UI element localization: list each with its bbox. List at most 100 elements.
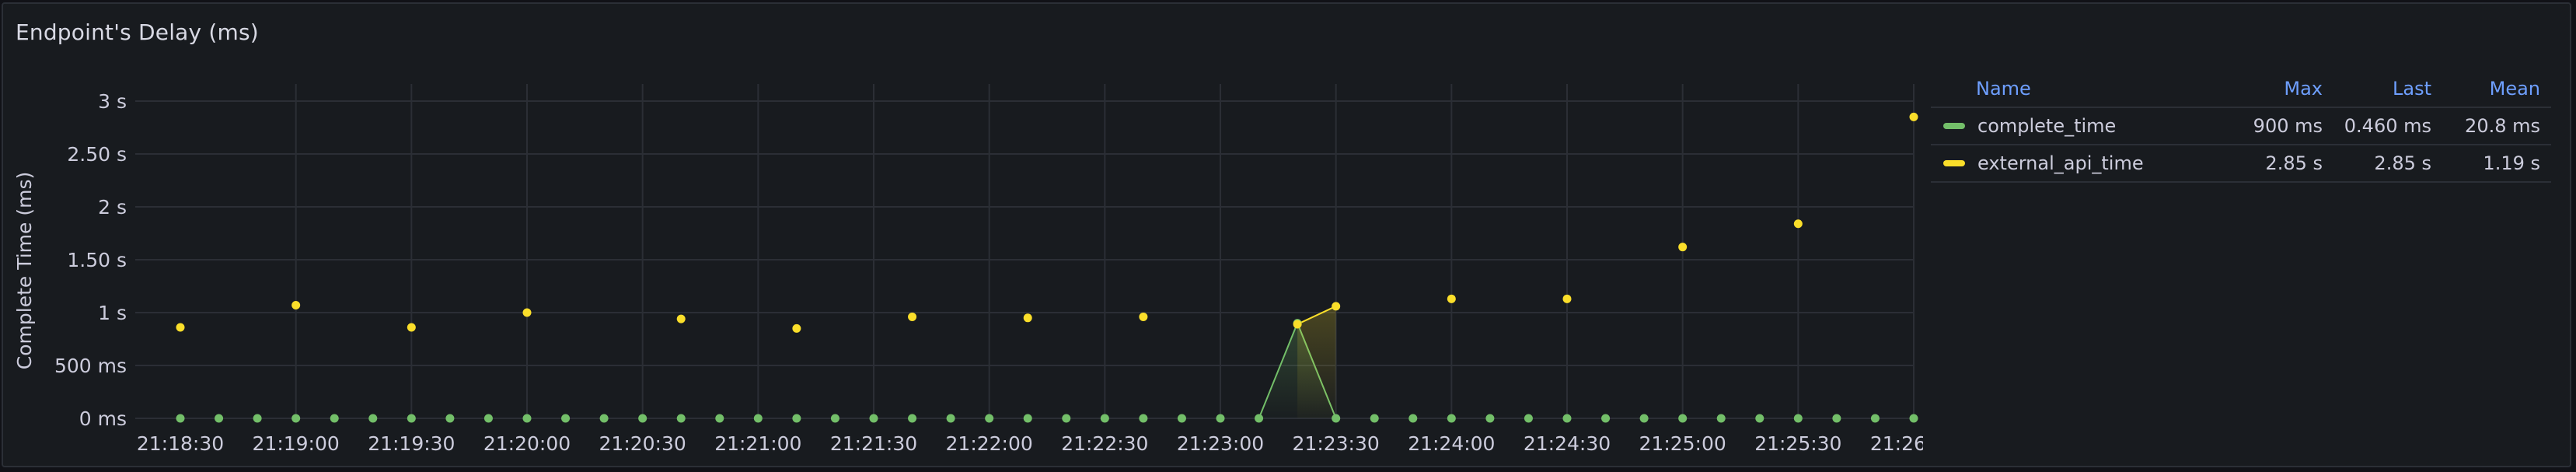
data-point: [908, 414, 917, 423]
y-axis-label: Complete Time (ms): [13, 172, 36, 369]
data-point: [1062, 414, 1071, 423]
data-point: [946, 414, 955, 423]
data-point: [176, 323, 185, 332]
x-tick-label: 21:23:30: [1293, 432, 1380, 455]
data-point: [869, 414, 878, 423]
data-point: [1678, 243, 1688, 252]
data-point: [1370, 414, 1379, 423]
x-tick-label: 21:22:00: [946, 432, 1033, 455]
data-point: [1755, 414, 1764, 423]
data-point: [1678, 414, 1688, 423]
x-tick-label: 21:20:00: [483, 432, 571, 455]
data-point: [985, 414, 994, 423]
x-tick-label: 21:24:00: [1408, 432, 1495, 455]
data-point: [291, 300, 301, 309]
data-point: [792, 323, 801, 333]
legend-row-external-api-time[interactable]: external_api_time 2.85 s 2.85 s 1.19 s: [1931, 145, 2551, 183]
data-point: [483, 414, 493, 423]
data-point: [792, 414, 801, 423]
data-point: [1447, 294, 1456, 303]
legend-max-value: 900 ms: [2253, 115, 2323, 137]
data-point: [1023, 414, 1032, 423]
legend-last-value: 0.460 ms: [2344, 115, 2431, 137]
legend-mean-value: 20.8 ms: [2465, 115, 2540, 137]
y-tick-label: 2.50 s: [67, 143, 127, 166]
series-area-fill: [1297, 306, 1336, 418]
x-tick-label: 21:19:30: [368, 432, 455, 455]
data-point: [291, 414, 301, 423]
legend-max-value: 2.85 s: [2265, 152, 2323, 174]
data-point: [1255, 414, 1264, 423]
data-point: [715, 414, 724, 423]
legend-header-mean[interactable]: Mean: [2431, 78, 2551, 100]
x-tick-label: 21:20:30: [599, 432, 686, 455]
data-point: [368, 414, 378, 423]
x-tick-label: 21:21:00: [714, 432, 801, 455]
data-point: [522, 308, 532, 317]
data-point: [1139, 312, 1148, 321]
legend-row-complete-time[interactable]: complete_time 900 ms 0.460 ms 20.8 ms: [1931, 108, 2551, 145]
data-point: [1639, 414, 1649, 423]
data-point: [1832, 414, 1841, 423]
data-point: [561, 414, 571, 423]
delay-chart: 0 ms 500 ms 1 s 1.50 s 2 s 2.50 s 3 s 21:18:30 2…: [13, 84, 1957, 455]
data-point: [1601, 414, 1611, 423]
legend-table: Name Max Last Mean complete_time 900 ms …: [1931, 71, 2551, 183]
data-point: [1447, 414, 1456, 423]
data-point: [1793, 219, 1803, 229]
chart-area: 0 ms 500 ms 1 s 1.50 s 2 s 2.50 s 3 s 21:18:30 2…: [3, 4, 1957, 469]
x-tick-label: 21:26:00: [1870, 432, 1923, 455]
data-point: [1332, 414, 1341, 423]
y-tick-label: 0 ms: [79, 407, 127, 430]
series-color-swatch: [1943, 123, 1965, 129]
data-point: [1562, 294, 1572, 303]
x-tick-label: 21:24:30: [1524, 432, 1611, 455]
data-point: [1216, 414, 1225, 423]
data-point: [830, 414, 839, 423]
y-tick-label: 1.50 s: [67, 249, 127, 271]
data-point: [253, 414, 262, 423]
data-point: [1716, 414, 1726, 423]
legend-header-max[interactable]: Max: [2214, 78, 2323, 100]
data-point: [1139, 414, 1148, 423]
data-point: [445, 414, 455, 423]
y-tick-label: 1 s: [98, 302, 127, 324]
x-tick-label: 21:18:30: [137, 432, 224, 455]
legend-last-value: 2.85 s: [2374, 152, 2431, 174]
y-tick-label: 3 s: [98, 90, 127, 113]
data-point: [638, 414, 647, 423]
series-color-swatch: [1943, 160, 1965, 166]
y-tick-label: 2 s: [98, 196, 127, 219]
data-point: [1562, 414, 1572, 423]
legend-series-name[interactable]: external_api_time: [1931, 152, 2214, 174]
data-point: [1485, 414, 1495, 423]
data-point: [1524, 414, 1533, 423]
endpoint-delay-panel: Endpoint's Delay (ms) 0 ms 500 ms 1 s 1.50 …: [2, 2, 2571, 467]
data-point: [1023, 313, 1032, 323]
data-point: [1408, 414, 1418, 423]
data-point: [1332, 302, 1341, 311]
legend-header-last[interactable]: Last: [2323, 78, 2431, 100]
legend-mean-value: 1.19 s: [2483, 152, 2540, 174]
data-point: [522, 414, 532, 423]
legend-header-name[interactable]: Name: [1931, 78, 2214, 100]
data-point: [599, 414, 609, 423]
data-point: [407, 323, 416, 332]
legend-header: Name Max Last Mean: [1931, 71, 2551, 108]
data-point: [176, 414, 185, 423]
data-point: [753, 414, 763, 423]
legend-series-label[interactable]: complete_time: [1977, 115, 2116, 137]
x-tick-label: 21:25:00: [1639, 432, 1726, 455]
data-point: [676, 314, 686, 323]
data-point: [676, 414, 686, 423]
data-point: [215, 414, 224, 423]
data-point: [1909, 414, 1918, 423]
data-point: [330, 414, 339, 423]
legend-series-name[interactable]: complete_time: [1931, 115, 2214, 137]
data-point: [1870, 414, 1880, 423]
data-point: [407, 414, 416, 423]
data-point: [1793, 414, 1803, 423]
legend-series-label[interactable]: external_api_time: [1977, 152, 2144, 174]
x-tick-label: 21:25:30: [1754, 432, 1841, 455]
data-point: [1293, 320, 1302, 329]
